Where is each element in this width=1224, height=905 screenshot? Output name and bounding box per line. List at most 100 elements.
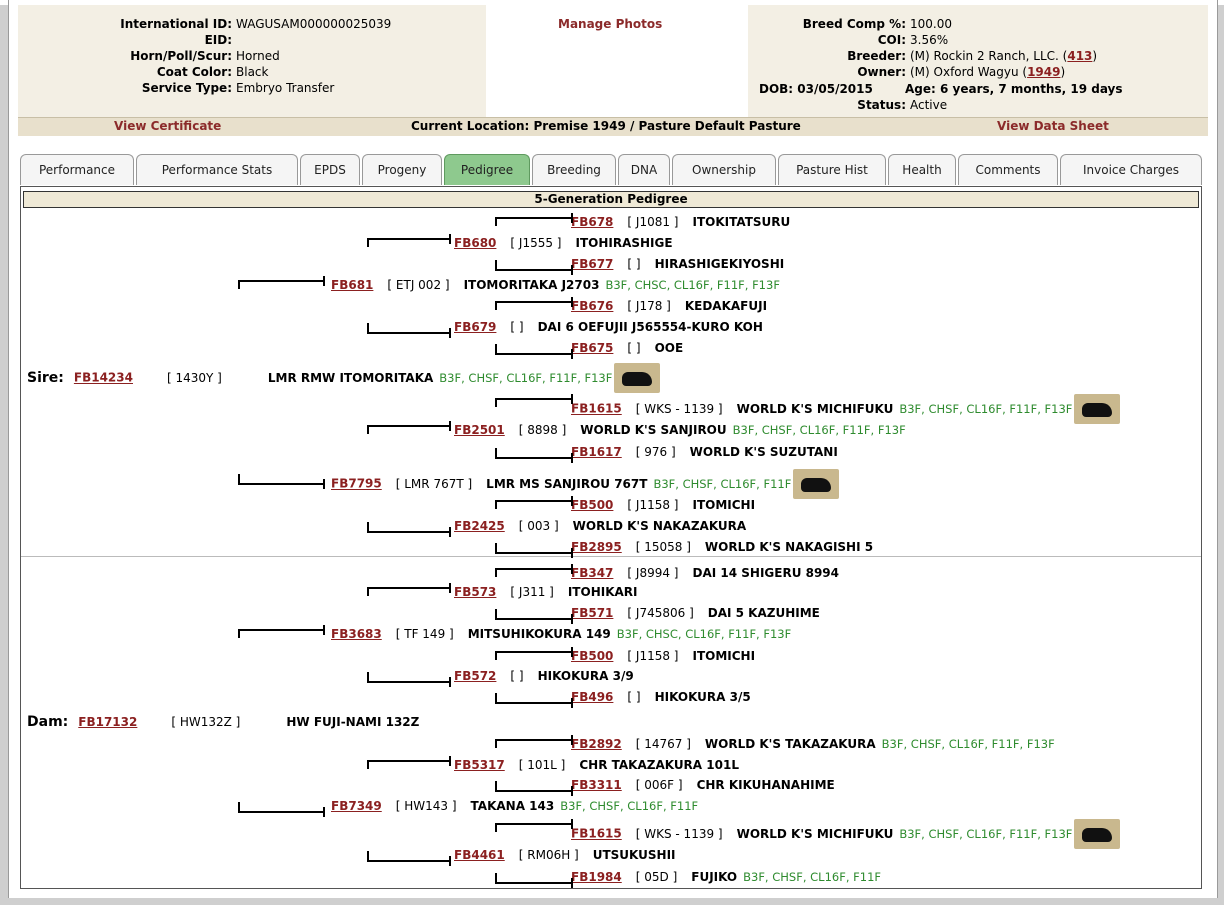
service-value: Embryo Transfer <box>236 81 335 95</box>
pedigree-connector <box>238 280 240 289</box>
animal-photo-thumbnail[interactable] <box>1074 394 1121 424</box>
tab-comments[interactable]: Comments <box>958 154 1058 185</box>
animal-id-link[interactable]: FB2892 <box>571 737 622 751</box>
owner-link[interactable]: 1949 <box>1027 65 1060 79</box>
registration-number: [ 006F ] <box>635 778 683 792</box>
animal-photo-thumbnail[interactable] <box>1074 819 1121 849</box>
animal-name: ITOKITATSURU <box>692 215 791 229</box>
pedigree-connector <box>571 453 573 463</box>
animal-id-link[interactable]: FB7349 <box>331 799 382 813</box>
animal-id-link[interactable]: FB680 <box>454 236 496 250</box>
genetic-conditions: B3F, CHSC, CL16F, F11F, F13F <box>616 627 792 641</box>
animal-id-link[interactable]: FB3683 <box>331 627 382 641</box>
animal-id-link[interactable]: FB7795 <box>331 477 382 491</box>
animal-name: DAI 5 KAZUHIME <box>707 606 820 620</box>
pedigree-connector <box>571 786 573 796</box>
pedigree-node: FB7795 [ LMR 767T ] LMR MS SANJIROU 767T B3… <box>331 469 840 499</box>
owner-value: (M) Oxford Wagyu ( <box>910 65 1028 79</box>
animal-name: CHR KIKUHANAHIME <box>696 778 835 792</box>
tab-invoice-charges[interactable]: Invoice Charges <box>1060 154 1202 185</box>
animal-id-link[interactable]: FB572 <box>454 669 496 683</box>
animal-id-link[interactable]: FB500 <box>571 649 613 663</box>
tab-pedigree[interactable]: Pedigree <box>444 154 530 185</box>
tab-pasture-hist[interactable]: Pasture Hist <box>778 154 886 185</box>
pedigree-connector <box>571 564 573 574</box>
pedigree-connector <box>495 618 573 620</box>
animal-id-link[interactable]: FB1615 <box>571 827 622 841</box>
pedigree-connector <box>449 756 451 766</box>
tab-ownership[interactable]: Ownership <box>672 154 776 185</box>
tab-health[interactable]: Health <box>888 154 956 185</box>
animal-id-link[interactable]: FB571 <box>571 606 613 620</box>
animal-photo-thumbnail[interactable] <box>793 469 840 499</box>
animal-photo-thumbnail[interactable] <box>614 363 661 393</box>
pedigree-connector <box>495 781 497 791</box>
pedigree-connector <box>449 234 451 244</box>
pedigree-connector <box>495 353 573 355</box>
manage-photos-link[interactable]: Manage Photos <box>558 17 662 31</box>
pedigree-connector <box>495 217 497 226</box>
animal-name: KEDAKAFUJI <box>684 299 768 313</box>
pedigree-connector <box>495 568 573 570</box>
animal-id-link[interactable]: FB676 <box>571 299 613 313</box>
animal-id-link[interactable]: FB2425 <box>454 519 505 533</box>
pedigree-node: Dam: FB17132 [ HW132Z ] HW FUJI-NAMI 132Z <box>27 713 419 731</box>
animal-id-link[interactable]: FB2895 <box>571 540 622 554</box>
registration-number: [ RM06H ] <box>518 848 579 862</box>
genetic-conditions: B3F, CHSF, CL16F, F11F, F13F <box>881 737 1055 751</box>
pedigree-connector <box>367 851 369 861</box>
animal-id-link[interactable]: FB500 <box>571 498 613 512</box>
animal-name: LMR MS SANJIROU 767T <box>486 476 648 491</box>
animal-name: FUJIKO <box>691 870 738 884</box>
pedigree-node: FB1984 [ 05D ] FUJIKO B3F, CHSF, CL16F, F11… <box>571 868 881 886</box>
pedigree-connector <box>495 790 573 792</box>
animal-id-link[interactable]: FB3311 <box>571 778 622 792</box>
tab-dna[interactable]: DNA <box>618 154 670 185</box>
animal-name: MITSUHIKOKURA 149 <box>467 627 611 641</box>
animal-id-link[interactable]: FB679 <box>454 320 496 334</box>
animal-name: HIRASHIGEKIYOSHI <box>654 257 785 271</box>
pedigree-connector <box>367 672 369 682</box>
pedigree-connector <box>571 496 573 506</box>
pedigree-node: FB5317 [ 101L ] CHR TAKAZAKURA 101L <box>454 756 739 774</box>
animal-id-link[interactable]: FB5317 <box>454 758 505 772</box>
view-certificate-link[interactable]: View Certificate <box>114 119 221 133</box>
animal-id-link[interactable]: FB4461 <box>454 848 505 862</box>
animal-id-link[interactable]: FB2501 <box>454 423 505 437</box>
animal-name: UTSUKUSHII <box>592 848 676 862</box>
animal-id-link[interactable]: FB496 <box>571 690 613 704</box>
pedigree-node: FB573 [ J311 ] ITOHIKARI <box>454 583 638 601</box>
registration-number: [ ] <box>627 690 641 704</box>
animal-id-link[interactable]: FB675 <box>571 341 613 355</box>
animal-id-link[interactable]: FB14234 <box>74 371 133 385</box>
registration-number: [ J1081 ] <box>627 215 679 229</box>
animal-id-link[interactable]: FB1617 <box>571 445 622 459</box>
pedigree-connector <box>367 323 369 333</box>
pedigree-connector <box>495 651 573 653</box>
pedigree-connector <box>571 698 573 708</box>
animal-id-link[interactable]: FB573 <box>454 585 496 599</box>
pedigree-node: FB496 [ ] HIKOKURA 3/5 <box>571 688 751 706</box>
animal-id-link[interactable]: FB678 <box>571 215 613 229</box>
tab-performance-stats[interactable]: Performance Stats <box>136 154 298 185</box>
breeder-label: Breeder: <box>847 49 906 63</box>
coat-label: Coat Color: <box>156 65 232 79</box>
registration-number: [ 14767 ] <box>635 737 691 751</box>
animal-name: DAI 6 OEFUJII J565554-KURO KOH <box>537 320 763 334</box>
pedigree-connector <box>495 543 497 553</box>
view-data-sheet-link[interactable]: View Data Sheet <box>997 119 1109 133</box>
tab-progeny[interactable]: Progeny <box>362 154 442 185</box>
coi-label: COI: <box>877 33 906 47</box>
breeder-link[interactable]: 413 <box>1067 49 1092 63</box>
pedigree-panel: 5-Generation Pedigree FB678 [ J1081 ] ITOK… <box>20 186 1202 889</box>
tab-epds[interactable]: EPDS <box>300 154 360 185</box>
pedigree-connector <box>495 552 573 554</box>
animal-id-link[interactable]: FB677 <box>571 257 613 271</box>
tab-performance[interactable]: Performance <box>20 154 134 185</box>
tab-breeding[interactable]: Breeding <box>532 154 616 185</box>
animal-id-link[interactable]: FB1984 <box>571 870 622 884</box>
animal-id-link[interactable]: FB681 <box>331 278 373 292</box>
animal-id-link[interactable]: FB347 <box>571 566 613 580</box>
animal-id-link[interactable]: FB17132 <box>78 715 137 729</box>
animal-id-link[interactable]: FB1615 <box>571 402 622 416</box>
